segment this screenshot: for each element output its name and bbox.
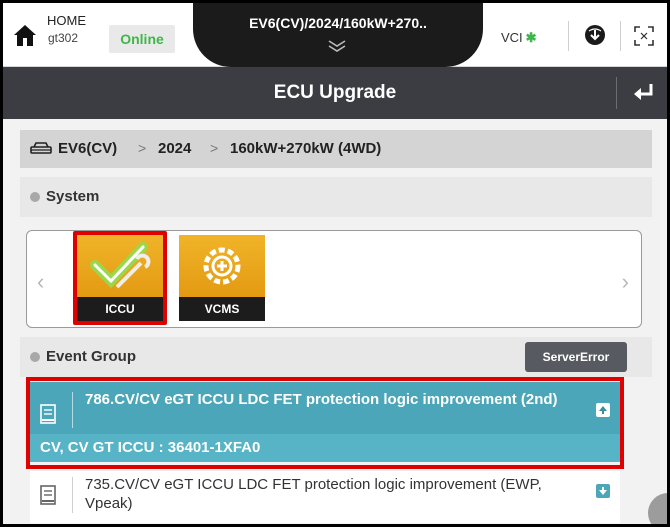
vci-status[interactable]: VCI ✱ [501,25,537,51]
breadcrumb-year[interactable]: 2024 [158,140,191,157]
globe-download-icon[interactable] [583,23,607,47]
back-arrow-icon[interactable] [631,80,657,106]
breadcrumb-engine[interactable]: 160kW+270kW (4WD) [230,140,381,157]
bullet-icon [30,192,40,202]
selection-highlight [73,231,167,325]
top-status-bar: HOME gt302 Online EV6(CV)/2024/160kW+270… [3,3,667,67]
system-tile-vcms[interactable]: VCMS [179,235,265,321]
home-icon[interactable] [13,23,37,47]
fullscreen-icon[interactable] [633,25,655,47]
top-divider [568,21,569,51]
bullet-icon [30,352,40,362]
tile-label: VCMS [179,297,265,321]
event-group-label: Event Group [46,348,137,365]
plug-gear-icon [203,247,241,285]
document-icon [40,485,56,505]
title-divider [616,77,617,109]
carousel-prev-icon[interactable]: ‹ [37,269,44,295]
page-title: ECU Upgrade [273,82,397,103]
home-label[interactable]: HOME [47,13,86,28]
user-label: gt302 [48,31,79,45]
system-carousel: ‹ ICCU VCMS › [26,230,642,328]
carousel-next-icon[interactable]: › [622,269,629,295]
vehicle-selector-tab[interactable]: EV6(CV)/2024/160kW+270.. [193,3,483,67]
breadcrumb-separator: > [138,140,147,156]
title-bar: ECU Upgrade [3,67,667,119]
event-item[interactable]: 735.CV/CV eGT ICCU LDC FET protection lo… [30,471,620,523]
double-chevron-down-icon [328,40,346,52]
event-divider [72,477,73,513]
breadcrumb-model[interactable]: EV6(CV) [58,140,117,157]
system-header: System [20,177,652,217]
tile-image [179,235,265,297]
breadcrumb: EV6(CV) > 2024 > 160kW+270kW (4WD) [20,130,652,168]
app-frame: HOME gt302 Online EV6(CV)/2024/160kW+270… [0,0,670,527]
online-status-badge: Online [109,25,175,53]
event-title: 735.CV/CV eGT ICCU LDC FET protection lo… [85,476,542,512]
car-icon [30,142,52,154]
bluetooth-icon: ✱ [525,30,537,45]
event-selection-highlight [26,377,624,469]
vci-label: VCI [501,30,523,45]
server-error-button[interactable]: ServerError [525,342,627,372]
system-label: System [46,188,100,205]
breadcrumb-separator: > [210,140,219,156]
expand-down-icon[interactable] [595,483,611,499]
top-divider [620,21,621,51]
vehicle-title: EV6(CV)/2024/160kW+270.. [249,15,427,31]
